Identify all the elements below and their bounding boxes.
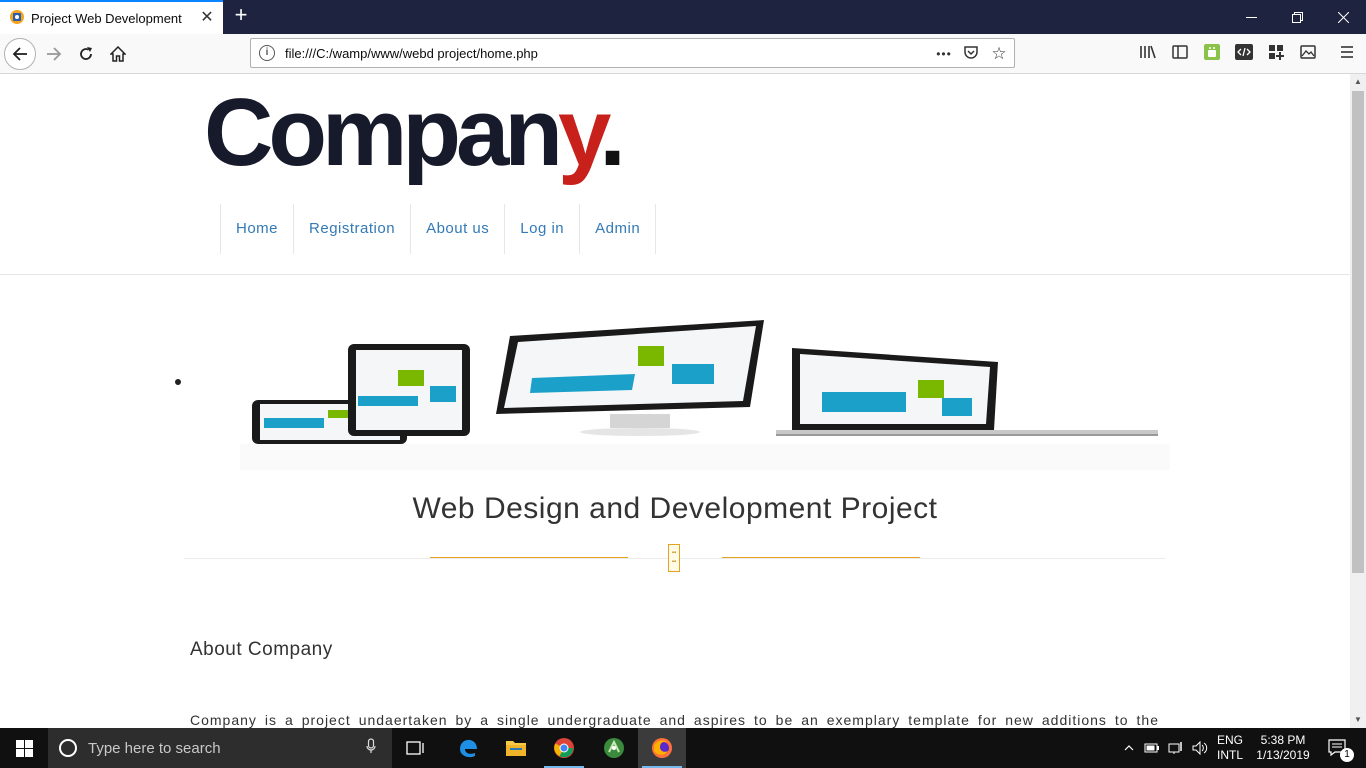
cortana-icon xyxy=(59,739,77,757)
network-icon[interactable] xyxy=(1166,728,1186,768)
about-paragraph: Company is a project undaertaken by a si… xyxy=(190,712,1159,728)
tab-title: Project Web Development xyxy=(31,11,182,26)
scroll-up-icon[interactable]: ▲ xyxy=(1350,74,1366,90)
reload-icon xyxy=(80,47,92,60)
clock-date: 1/13/2019 xyxy=(1256,748,1310,762)
windows-taskbar: Type here to search ENG INTL 5:38 PM 1/1… xyxy=(0,728,1366,768)
logo-text: Compan xyxy=(204,79,563,186)
tab-close-icon[interactable]: ✕ xyxy=(197,8,217,28)
library-icon[interactable] xyxy=(1138,44,1158,64)
wamp-favicon-icon xyxy=(10,10,24,24)
page-actions-icon[interactable]: ••• xyxy=(934,44,954,64)
microphone-icon[interactable] xyxy=(366,738,376,757)
home-button[interactable] xyxy=(102,38,134,70)
tab-strip: Project Web Development ✕ + xyxy=(0,0,1366,34)
hamburger-menu-icon[interactable] xyxy=(1337,44,1357,64)
notification-count-badge: 1 xyxy=(1340,748,1354,762)
scroll-down-icon[interactable]: ▼ xyxy=(1350,712,1366,728)
header-divider xyxy=(0,274,1350,275)
bookmark-star-icon[interactable]: ☆ xyxy=(989,44,1009,64)
logo-dot: . xyxy=(599,79,626,186)
keyboard-layout: INTL xyxy=(1216,748,1243,762)
arrow-right-icon xyxy=(47,47,62,61)
forward-button[interactable] xyxy=(38,38,70,70)
minimize-icon[interactable] xyxy=(1228,0,1274,34)
firefox-icon[interactable] xyxy=(638,728,686,768)
sidebar-icon[interactable] xyxy=(1170,44,1190,64)
android-extension-icon[interactable] xyxy=(1202,44,1222,64)
reload-button[interactable] xyxy=(70,38,102,70)
about-heading: About Company xyxy=(190,639,333,660)
responsive-devices-image xyxy=(240,320,1170,470)
restore-icon[interactable] xyxy=(1274,0,1320,34)
divider-gold-right xyxy=(722,557,920,558)
menu-item-log-in[interactable]: Log in xyxy=(505,204,581,254)
new-tab-button[interactable]: + xyxy=(230,4,252,27)
volume-icon[interactable] xyxy=(1190,728,1210,768)
action-center-icon[interactable]: 1 xyxy=(1318,728,1358,768)
tablet-device xyxy=(348,344,470,436)
navigation-toolbar: i file:///C:/wamp/www/webd project/home.… xyxy=(0,34,1366,74)
logo-accent-letter: y xyxy=(558,79,604,186)
arrow-left-icon xyxy=(12,47,27,61)
divider-gold-left xyxy=(430,557,628,558)
clock[interactable]: 5:38 PM 1/13/2019 xyxy=(1252,728,1314,768)
screenshot-image-icon[interactable] xyxy=(1298,44,1318,64)
back-button[interactable] xyxy=(4,38,36,70)
search-placeholder: Type here to search xyxy=(88,740,221,757)
company-logo[interactable]: Company. xyxy=(204,85,626,181)
input-language[interactable]: ENG INTL xyxy=(1212,728,1248,768)
start-button[interactable] xyxy=(0,728,48,768)
menu-item-admin[interactable]: Admin xyxy=(580,204,657,254)
page-viewport: Company. Home Registration About us Log … xyxy=(0,74,1350,728)
file-explorer-icon[interactable] xyxy=(492,728,540,768)
close-window-icon[interactable] xyxy=(1320,0,1366,34)
address-bar[interactable]: i file:///C:/wamp/www/webd project/home.… xyxy=(250,38,1015,68)
battery-icon[interactable] xyxy=(1142,728,1162,768)
monitor-device xyxy=(496,320,764,436)
add-ons-grid-icon[interactable] xyxy=(1266,44,1286,64)
chrome-icon[interactable] xyxy=(540,728,588,768)
scroll-thumb[interactable] xyxy=(1352,91,1364,573)
clock-time: 5:38 PM xyxy=(1260,733,1306,747)
page-scrollbar[interactable]: ▲ ▼ xyxy=(1350,74,1366,728)
hero-title: Web Design and Development Project xyxy=(412,492,938,525)
language-code: ENG xyxy=(1216,733,1243,747)
pocket-icon[interactable] xyxy=(961,44,981,64)
menu-item-registration[interactable]: Registration xyxy=(294,204,412,254)
site-info-icon[interactable]: i xyxy=(259,45,275,61)
taskbar-search[interactable]: Type here to search xyxy=(48,728,392,768)
tab-project-web-development[interactable]: Project Web Development ✕ xyxy=(0,0,223,34)
android-studio-icon[interactable] xyxy=(590,728,638,768)
show-hidden-icons-icon[interactable] xyxy=(1120,728,1138,768)
slider-bullet xyxy=(175,379,181,385)
menu-item-about-us[interactable]: About us xyxy=(411,204,506,254)
menu-item-home[interactable]: Home xyxy=(221,204,295,254)
edge-browser-icon[interactable] xyxy=(444,728,492,768)
task-view-icon[interactable] xyxy=(392,728,440,768)
developer-tools-icon[interactable] xyxy=(1234,44,1254,64)
windows-logo-icon xyxy=(15,739,33,757)
url-text[interactable]: file:///C:/wamp/www/webd project/home.ph… xyxy=(285,46,538,61)
laptop-device xyxy=(776,348,1158,436)
divider-ornament-icon: ▪▪ ▪▪ xyxy=(668,544,680,572)
main-menu: Home Registration About us Log in Admin xyxy=(220,204,657,254)
home-icon xyxy=(110,46,126,62)
